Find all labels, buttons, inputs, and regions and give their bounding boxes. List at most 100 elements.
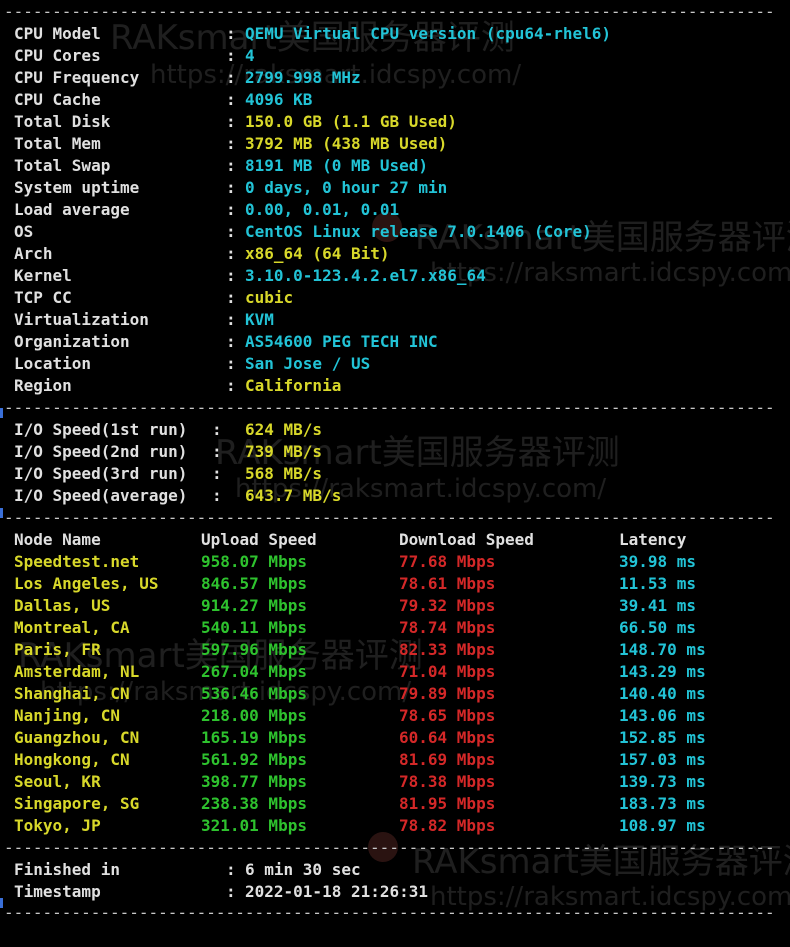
io-row: I/O Speed(3rd run): 568 MB/s: [14, 463, 322, 485]
separator-line: ----------------------------------------…: [4, 508, 773, 527]
separator-line: ----------------------------------------…: [4, 2, 773, 21]
io-value: 624 MB/s: [245, 420, 323, 439]
node-name: Speedtest.net: [14, 552, 140, 571]
info-value: AS54600 PEG TECH INC: [245, 332, 438, 351]
terminal-window[interactable]: RAKsmart美国服务器评测 https://raksmart.idcspy.…: [0, 0, 790, 922]
info-value: California: [245, 376, 342, 395]
colon: :: [226, 24, 236, 43]
header-latency: Latency: [619, 530, 687, 549]
upload-speed: 536.46 Mbps: [201, 684, 307, 703]
colon: :: [212, 486, 222, 505]
info-value: 0 days, 0 hour 27 min: [245, 178, 448, 197]
info-row: Arch: x86_64 (64 Bit): [14, 243, 390, 265]
info-label: Organization: [14, 332, 130, 351]
info-label: TCP CC: [14, 288, 72, 307]
info-label: OS: [14, 222, 34, 241]
colon: :: [226, 90, 236, 109]
colon: :: [226, 178, 236, 197]
separator-line: ----------------------------------------…: [4, 903, 773, 922]
download-speed: 81.95 Mbps: [399, 794, 496, 813]
download-speed: 79.32 Mbps: [399, 596, 496, 615]
info-label: CPU Cores: [14, 46, 101, 65]
colon: :: [226, 112, 236, 131]
latency: 66.50 ms: [619, 618, 697, 637]
io-row: I/O Speed(average): 643.7 MB/s: [14, 485, 341, 507]
io-label: I/O Speed(2nd run): [14, 442, 188, 461]
node-name: Shanghai, CN: [14, 684, 130, 703]
colon: :: [226, 244, 236, 263]
latency: 183.73 ms: [619, 794, 706, 813]
latency: 152.85 ms: [619, 728, 706, 747]
info-label: CPU Model: [14, 24, 101, 43]
colon: :: [226, 134, 236, 153]
upload-speed: 165.19 Mbps: [201, 728, 307, 747]
upload-speed: 597.96 Mbps: [201, 640, 307, 659]
info-row: CPU Cache:4096 KB: [14, 89, 312, 111]
info-row: Total Swap:8191 MB (0 MB Used): [14, 155, 428, 177]
info-row: Virtualization: KVM: [14, 309, 274, 331]
info-row: OS: CentOS Linux release 7.0.1406 (Core): [14, 221, 592, 243]
colon: :: [226, 68, 236, 87]
colon: :: [226, 332, 236, 351]
info-value: 4: [245, 46, 255, 65]
info-value: x86_64 (64 Bit): [245, 244, 390, 263]
latency: 148.70 ms: [619, 640, 706, 659]
info-label: Load average: [14, 200, 130, 219]
node-name: Montreal, CA: [14, 618, 130, 637]
info-row: Organization: AS54600 PEG TECH INC: [14, 331, 438, 353]
info-value: KVM: [245, 310, 274, 329]
io-row: I/O Speed(1st run): 624 MB/s: [14, 419, 322, 441]
speedtest-row: Los Angeles, US 846.57 Mbps 78.61 Mbps 11.5…: [14, 573, 696, 595]
header-upload: Upload Speed: [201, 530, 317, 549]
colon: :: [226, 156, 236, 175]
node-name: Amsterdam, NL: [14, 662, 140, 681]
node-name: Paris, FR: [14, 640, 101, 659]
line-marker: [0, 408, 3, 418]
speedtest-row: Seoul, KR 398.77 Mbps 78.38 Mbps 139.73 ms: [14, 771, 706, 793]
upload-speed: 958.07 Mbps: [201, 552, 307, 571]
colon: :: [226, 882, 236, 901]
info-label: Total Disk: [14, 112, 111, 131]
footer-label: Timestamp: [14, 882, 101, 901]
footer-value: 2022-01-18 21:26:31: [245, 882, 429, 901]
latency: 143.06 ms: [619, 706, 706, 725]
info-row: Location: San Jose / US: [14, 353, 370, 375]
colon: :: [226, 266, 236, 285]
colon: :: [226, 46, 236, 65]
upload-speed: 540.11 Mbps: [201, 618, 307, 637]
colon: :: [226, 310, 236, 329]
info-value: 2799.998 MHz: [245, 68, 361, 87]
info-value: San Jose / US: [245, 354, 371, 373]
info-row: CPU Cores:4: [14, 45, 255, 67]
line-marker: [0, 898, 3, 908]
upload-speed: 914.27 Mbps: [201, 596, 307, 615]
download-speed: 77.68 Mbps: [399, 552, 496, 571]
latency: 108.97 ms: [619, 816, 706, 835]
footer-row: Finished in:6 min 30 sec: [14, 859, 361, 881]
upload-speed: 561.92 Mbps: [201, 750, 307, 769]
info-value: 0.00, 0.01, 0.01: [245, 200, 400, 219]
info-value: QEMU Virtual CPU version (cpu64-rhel6): [245, 24, 612, 43]
info-value: 3792 MB (438 MB Used): [245, 134, 448, 153]
node-name: Los Angeles, US: [14, 574, 159, 593]
header-download: Download Speed: [399, 530, 534, 549]
info-label: Total Mem: [14, 134, 101, 153]
separator-line: ----------------------------------------…: [4, 398, 773, 417]
upload-speed: 321.01 Mbps: [201, 816, 307, 835]
colon: :: [212, 420, 222, 439]
node-name: Guangzhou, CN: [14, 728, 140, 747]
node-name: Seoul, KR: [14, 772, 101, 791]
speedtest-row: Singapore, SG 238.38 Mbps 81.95 Mbps 183.73…: [14, 793, 706, 815]
download-speed: 78.38 Mbps: [399, 772, 496, 791]
info-row: Total Mem:3792 MB (438 MB Used): [14, 133, 447, 155]
info-value: CentOS Linux release 7.0.1406 (Core): [245, 222, 592, 241]
speedtest-row: Montreal, CA 540.11 Mbps 78.74 Mbps 66.50 m…: [14, 617, 696, 639]
colon: :: [226, 222, 236, 241]
info-row: CPU Frequency:2799.998 MHz: [14, 67, 361, 89]
io-value: 643.7 MB/s: [245, 486, 342, 505]
footer-row: Timestamp:2022-01-18 21:26:31: [14, 881, 428, 903]
info-row: Region: California: [14, 375, 341, 397]
info-label: System uptime: [14, 178, 140, 197]
colon: :: [226, 860, 236, 879]
colon: :: [226, 200, 236, 219]
